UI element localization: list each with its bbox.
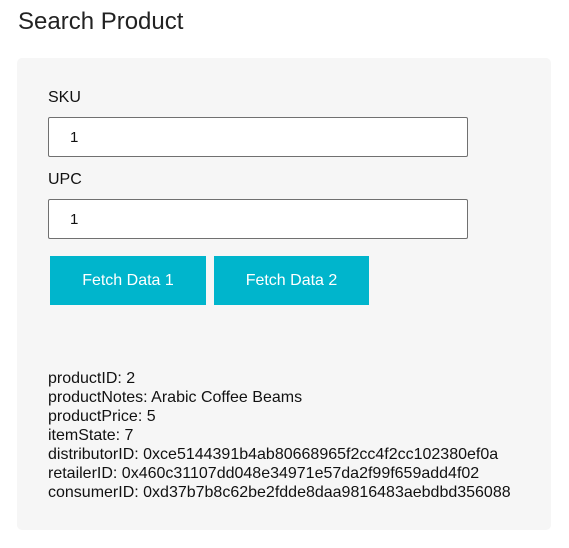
- result-retailer-id: retailerID: 0x460c31107dd048e34971e57da2…: [48, 465, 480, 482]
- result-product-notes: productNotes: Arabic Coffee Beams: [48, 389, 303, 406]
- result-product-id: productID: 2: [48, 370, 136, 387]
- search-panel: SKU UPC Fetch Data 1 Fetch Data 2 produc…: [17, 58, 551, 530]
- result-distributor-id: distributorID: 0xce5144391b4ab80668965f2…: [48, 446, 499, 463]
- result-consumer-id: consumerID: 0xd37b7b8c62be2fdde8daa98164…: [48, 484, 511, 501]
- sku-label: SKU: [48, 89, 81, 106]
- fetch-data-2-button[interactable]: Fetch Data 2: [214, 256, 369, 305]
- upc-input[interactable]: [48, 199, 468, 239]
- page-title: Search Product: [18, 8, 184, 35]
- result-product-price: productPrice: 5: [48, 408, 156, 425]
- product-results: productID: 2 productNotes: Arabic Coffee…: [48, 369, 511, 502]
- upc-label: UPC: [48, 171, 82, 188]
- fetch-data-1-button[interactable]: Fetch Data 1: [50, 256, 206, 305]
- result-item-state: itemState: 7: [48, 427, 134, 444]
- sku-input[interactable]: [48, 117, 468, 157]
